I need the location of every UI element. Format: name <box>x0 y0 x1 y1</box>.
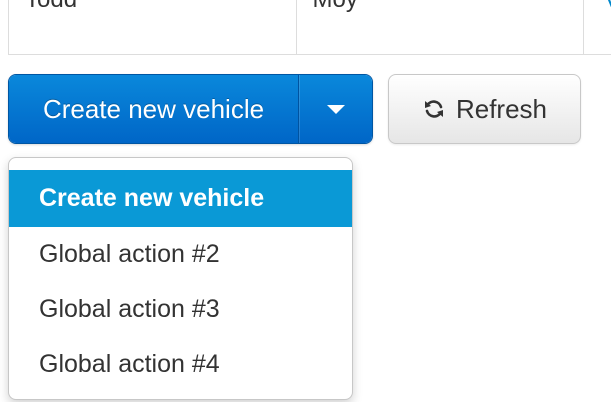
dropdown-menu: Create new vehicle Global action #2 Glob… <box>8 157 353 400</box>
refresh-icon <box>422 97 446 121</box>
menu-item-global-action-4[interactable]: Global action #4 <box>9 337 352 392</box>
refresh-label: Refresh <box>455 93 548 124</box>
cell-text: Todd <box>25 0 77 14</box>
table-cell-last-name: Moy <box>297 0 585 54</box>
refresh-button[interactable]: Refresh <box>388 74 581 144</box>
create-button-group: Create new vehicle <box>8 74 373 144</box>
cell-link-text[interactable]: V <box>604 0 611 14</box>
table-cell-first-name: Todd <box>9 0 297 54</box>
table-row: Todd Moy V <box>8 0 611 55</box>
menu-item-global-action-3[interactable]: Global action #3 <box>9 282 352 337</box>
table-cell-link[interactable]: V <box>584 0 611 54</box>
menu-item-create-new-vehicle[interactable]: Create new vehicle <box>9 170 352 227</box>
dropdown-toggle-button[interactable] <box>298 75 372 143</box>
cell-text: Moy <box>313 0 358 14</box>
create-new-vehicle-button[interactable]: Create new vehicle <box>9 75 298 143</box>
menu-item-global-action-2[interactable]: Global action #2 <box>9 227 352 282</box>
chevron-down-icon <box>326 104 345 114</box>
page: Todd Moy V Create new vehicle Refresh Cr… <box>0 0 611 402</box>
